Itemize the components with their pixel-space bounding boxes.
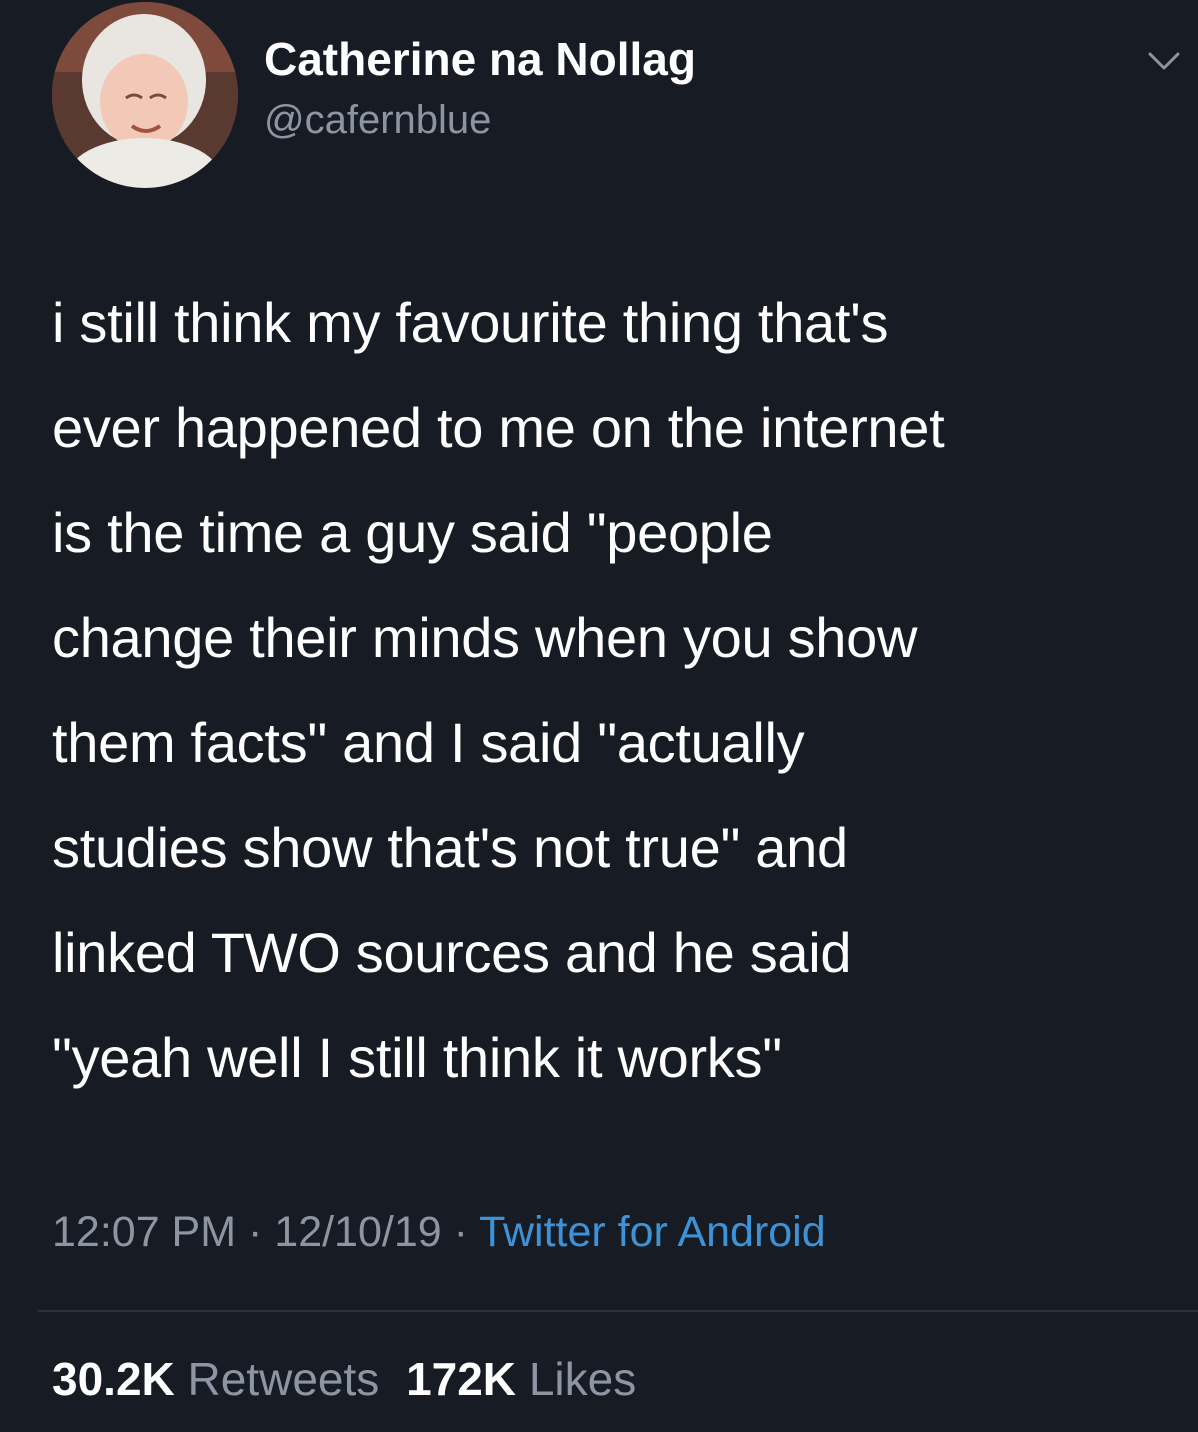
tweet-text-line: them facts" and I said "actually xyxy=(52,711,805,774)
divider xyxy=(38,1310,1198,1312)
retweets-stat[interactable]: 30.2K Retweets xyxy=(52,1353,379,1405)
tweet-text-line: studies show that's not true" and xyxy=(52,816,848,879)
tweet-text: i still think my favourite thing that's … xyxy=(52,270,1172,1110)
tweet-source-link[interactable]: Twitter for Android xyxy=(479,1208,826,1256)
retweets-count: 30.2K xyxy=(52,1353,175,1405)
tweet-text-line: i still think my favourite thing that's xyxy=(52,291,889,354)
likes-stat[interactable]: 172K Likes xyxy=(406,1353,636,1405)
tweet-text-line: ever happened to me on the internet xyxy=(52,396,945,459)
likes-count: 172K xyxy=(406,1353,517,1405)
tweet-text-line: "yeah well I still think it works" xyxy=(52,1026,782,1089)
display-name[interactable]: Catherine na Nollag xyxy=(264,32,696,86)
tweet-text-line: change their minds when you show xyxy=(52,606,918,669)
tweet-text-line: is the time a guy said "people xyxy=(52,501,773,564)
user-handle[interactable]: @cafernblue xyxy=(264,98,491,143)
chevron-down-icon[interactable] xyxy=(1144,46,1184,76)
tweet-time[interactable]: 12:07 PM xyxy=(52,1208,236,1256)
tweet-metadata: 12:07 PM · 12/10/19 · Twitter for Androi… xyxy=(52,1208,826,1257)
avatar[interactable] xyxy=(52,2,238,188)
tweet-stats: 30.2K Retweets 172K Likes xyxy=(52,1352,636,1406)
tweet-header: Catherine na Nollag @cafernblue xyxy=(52,2,1198,192)
separator-dot: · xyxy=(441,1208,480,1256)
tweet-text-line: linked TWO sources and he said xyxy=(52,921,852,984)
tweet-date[interactable]: 12/10/19 xyxy=(274,1208,441,1256)
tweet-card: Catherine na Nollag @cafernblue i still … xyxy=(0,0,1198,1432)
likes-label: Likes xyxy=(528,1353,637,1405)
separator-dot: · xyxy=(236,1208,275,1256)
retweets-label: Retweets xyxy=(187,1353,380,1405)
